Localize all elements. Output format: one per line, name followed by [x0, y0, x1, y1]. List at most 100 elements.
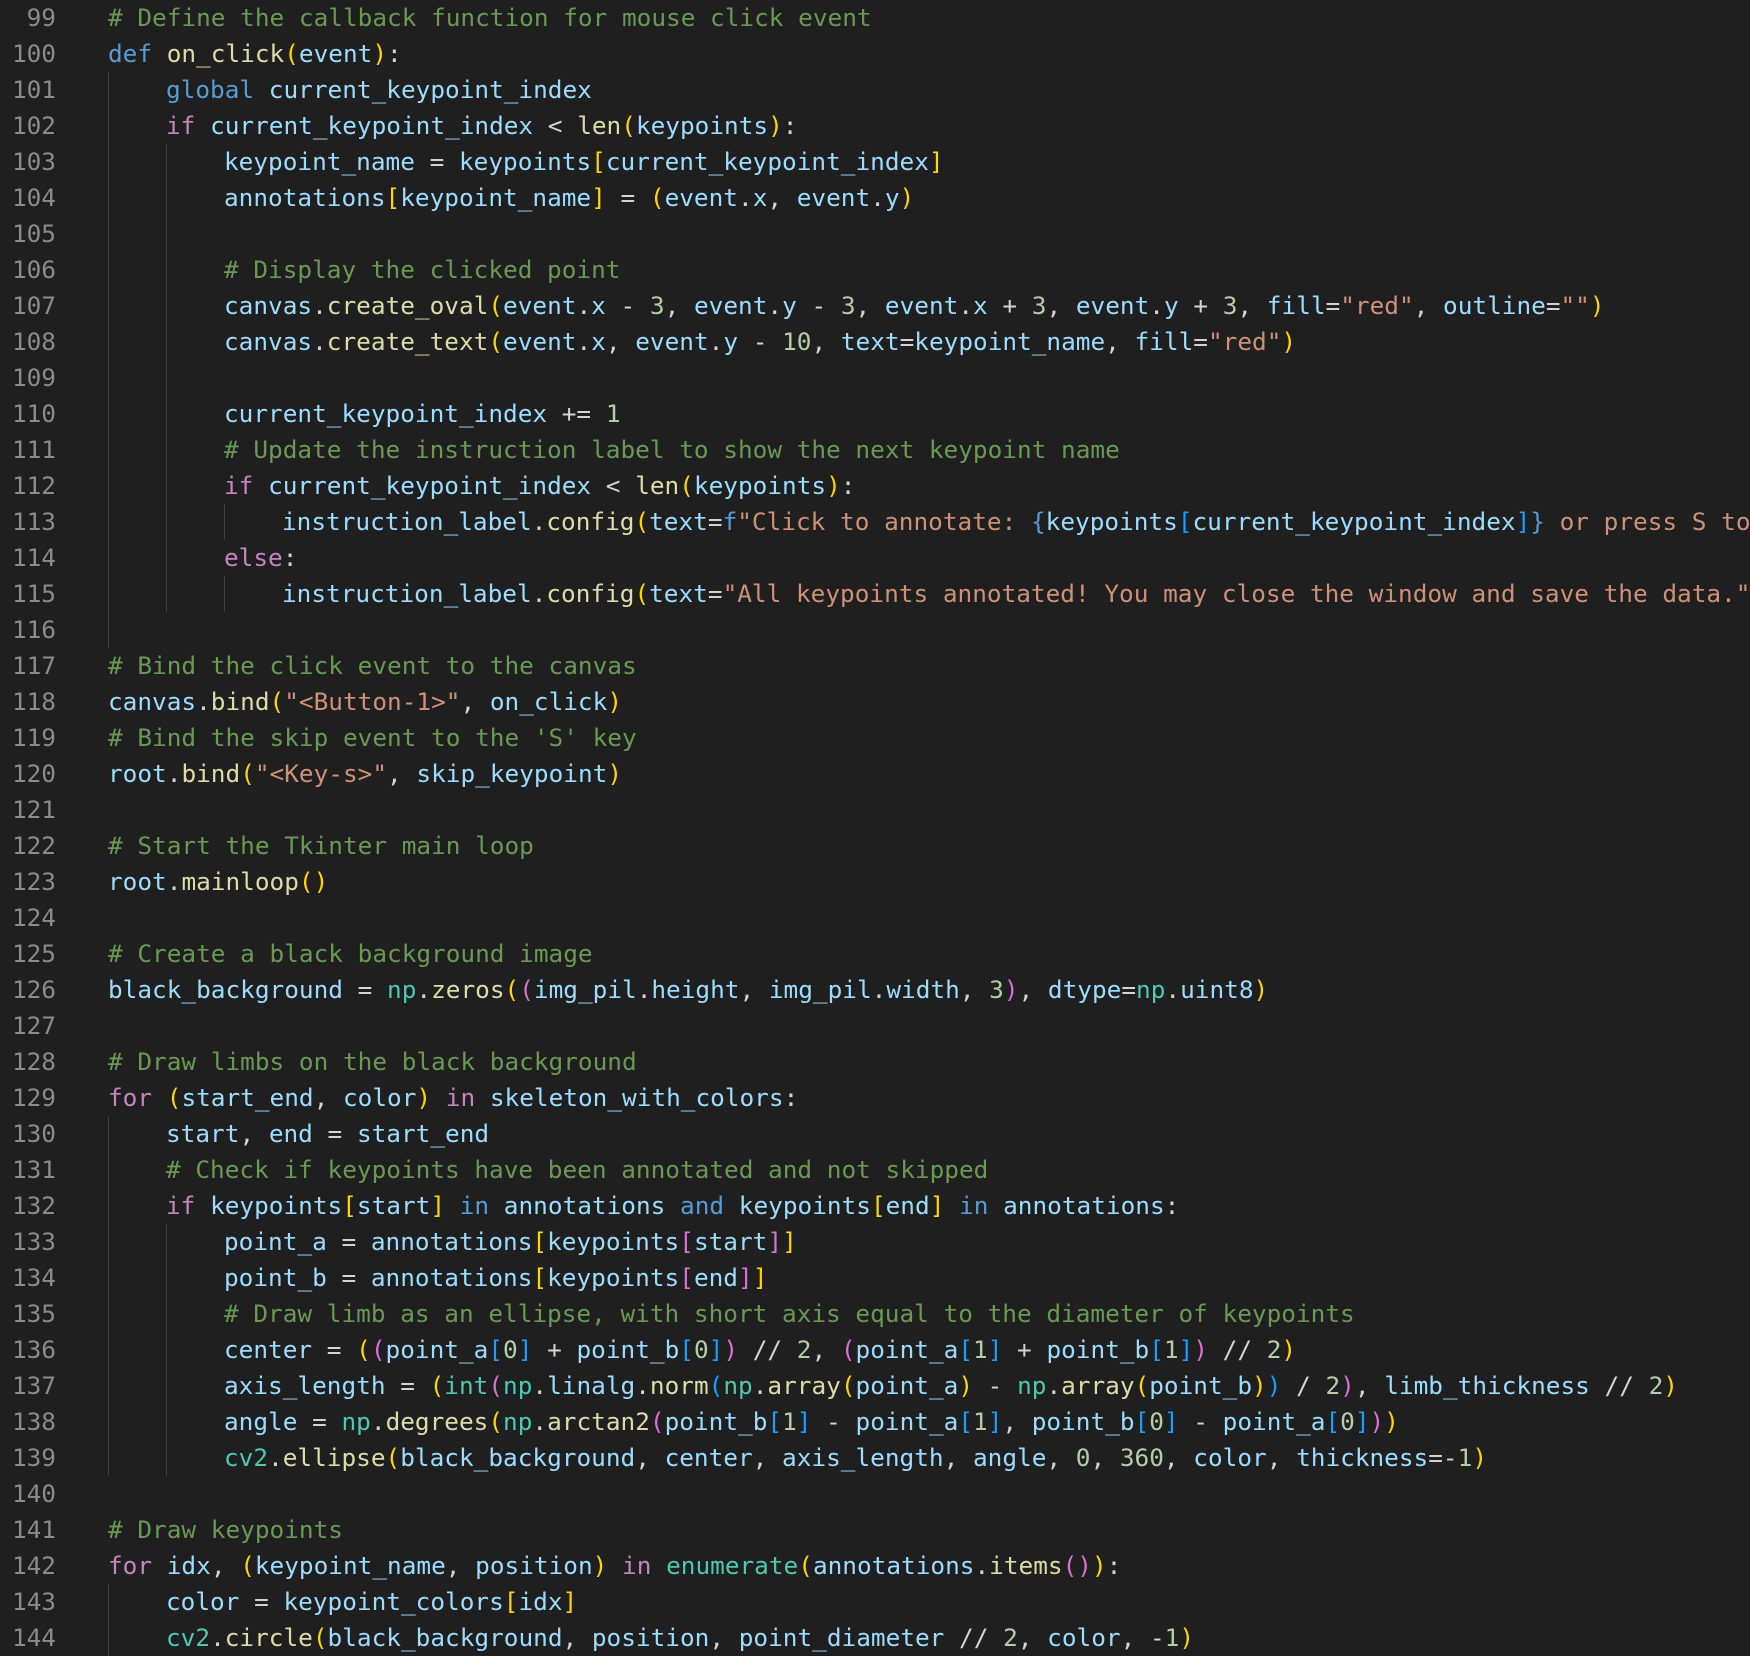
code-line[interactable]: 130 start, end = start_end: [0, 1116, 1750, 1152]
code-token: .: [166, 759, 182, 788]
code-token: ): [416, 1083, 432, 1112]
code-token: axis_length: [224, 1371, 386, 1400]
code-editor[interactable]: 99 # Define the callback function for mou…: [0, 0, 1750, 1656]
code-line[interactable]: 106 # Display the clicked point: [0, 252, 1750, 288]
code-line[interactable]: 143 color = keypoint_colors[idx]: [0, 1584, 1750, 1620]
code-line[interactable]: 116: [0, 612, 1750, 648]
code-line[interactable]: 132 if keypoints[start] in annotations an…: [0, 1188, 1750, 1224]
code-line[interactable]: 128 # Draw limbs on the black background: [0, 1044, 1750, 1080]
code-token: root: [108, 759, 167, 788]
code-line[interactable]: 120 root.bind("<Key-s>", skip_keypoint): [0, 756, 1750, 792]
code-token: event: [1075, 291, 1150, 320]
code-line[interactable]: 104 annotations[keypoint_name] = (event.x…: [0, 180, 1750, 216]
code-text: root.bind("<Key-s>", skip_keypoint): [108, 756, 622, 792]
code-line[interactable]: 113 instruction_label.config(text=f"Click…: [0, 504, 1750, 540]
code-line[interactable]: 129 for (start_end, color) in skeleton_wi…: [0, 1080, 1750, 1116]
code-line[interactable]: 125 # Create a black background image: [0, 936, 1750, 972]
code-token: ): [1179, 1623, 1195, 1652]
indent-guide: [108, 72, 109, 108]
line-number: 115: [11, 579, 56, 608]
indent-guide: [224, 576, 225, 612]
code-line[interactable]: 103 keypoint_name = keypoints[current_key…: [0, 144, 1750, 180]
code-line[interactable]: 109: [0, 360, 1750, 396]
code-line[interactable]: 108 canvas.create_text(event.x, event.y -…: [0, 324, 1750, 360]
code-token: current_keypoint_index: [224, 399, 548, 428]
code-token: ): [1253, 975, 1269, 1004]
code-token: ): [723, 1335, 739, 1364]
line-number: 128: [11, 1047, 56, 1076]
code-line[interactable]: 119 # Bind the skip event to the 'S' key: [0, 720, 1750, 756]
code-line[interactable]: 135 # Draw limb as an ellipse, with short…: [0, 1296, 1750, 1332]
code-token: event: [298, 39, 373, 68]
code-token: ): [1003, 975, 1019, 1004]
code-line[interactable]: 133 point_a = annotations[keypoints[start…: [0, 1224, 1750, 1260]
code-token: =: [342, 975, 388, 1004]
code-text: # Draw keypoints: [108, 1512, 343, 1548]
indent-guide: [108, 396, 109, 432]
code-line[interactable]: 123 root.mainloop(): [0, 864, 1750, 900]
code-token: annotations: [370, 1227, 533, 1256]
code-token: ): [1340, 1371, 1355, 1400]
code-token: (: [166, 1083, 182, 1112]
code-token: ): [1281, 327, 1297, 356]
code-token: (: [488, 1407, 504, 1436]
code-line[interactable]: 127: [0, 1008, 1750, 1044]
code-line[interactable]: 126 black_background = np.zeros((img_pil.…: [0, 972, 1750, 1008]
indent-guide: [108, 468, 109, 504]
code-token: ,: [811, 327, 841, 356]
code-line[interactable]: 134 point_b = annotations[keypoints[end]]: [0, 1260, 1750, 1296]
code-token: =: [899, 327, 915, 356]
code-line[interactable]: 124: [0, 900, 1750, 936]
code-line[interactable]: 115 instruction_label.config(text="All ke…: [0, 576, 1750, 612]
code-line[interactable]: 99 # Define the callback function for mou…: [0, 0, 1750, 36]
code-line[interactable]: 138 angle = np.degrees(np.arctan2(point_b…: [0, 1404, 1750, 1440]
code-token: annotations: [503, 1191, 666, 1220]
code-line[interactable]: 144 cv2.circle(black_background, position…: [0, 1620, 1750, 1656]
code-text: canvas.create_text(event.x, event.y - 10…: [224, 324, 1296, 360]
code-line[interactable]: 101 global current_keypoint_index: [0, 72, 1750, 108]
code-line[interactable]: 139 cv2.ellipse(black_background, center,…: [0, 1440, 1750, 1476]
code-line[interactable]: 137 axis_length = (int(np.linalg.norm(np.…: [0, 1368, 1750, 1404]
code-token: ,: [943, 1443, 973, 1472]
code-token: end: [885, 1191, 930, 1220]
line-number: 139: [11, 1443, 56, 1472]
code-line[interactable]: 121: [0, 792, 1750, 828]
code-token: (: [1134, 1371, 1150, 1400]
code-token: idx: [518, 1587, 563, 1616]
code-text: # Define the callback function for mouse…: [108, 0, 872, 36]
code-token: keypoints: [547, 1227, 680, 1256]
code-line[interactable]: 131 # Check if keypoints have been annota…: [0, 1152, 1750, 1188]
line-number: 132: [11, 1191, 56, 1220]
code-token: cv2: [166, 1623, 211, 1652]
code-line[interactable]: 122 # Start the Tkinter main loop: [0, 828, 1750, 864]
code-token: (: [488, 291, 504, 320]
code-line[interactable]: 102 if current_keypoint_index < len(keypo…: [0, 108, 1750, 144]
code-token: point_b: [1046, 1335, 1150, 1364]
code-token: if: [224, 471, 254, 500]
code-line[interactable]: 136 center = ((point_a[0] + point_b[0]) /…: [0, 1332, 1750, 1368]
code-line[interactable]: 111 # Update the instruction label to sho…: [0, 432, 1750, 468]
indent-guide: [108, 360, 109, 396]
code-token: ,: [1354, 1371, 1385, 1400]
code-token: skip_keypoint: [416, 759, 608, 788]
code-token: x: [973, 291, 988, 320]
code-line[interactable]: 110 current_keypoint_index += 1: [0, 396, 1750, 432]
code-token: ,: [739, 975, 769, 1004]
code-line[interactable]: 118 canvas.bind("<Button-1>", on_click): [0, 684, 1750, 720]
code-line[interactable]: 112 if current_keypoint_index < len(keypo…: [0, 468, 1750, 504]
code-line[interactable]: 141 # Draw keypoints: [0, 1512, 1750, 1548]
code-token: # Define the callback function for mouse…: [108, 3, 872, 32]
code-line[interactable]: 142 for idx, (keypoint_name, position) in…: [0, 1548, 1750, 1584]
code-line[interactable]: 100 def on_click(event):: [0, 36, 1750, 72]
code-token: (: [429, 1371, 445, 1400]
code-line[interactable]: 105: [0, 216, 1750, 252]
line-number: 123: [11, 867, 56, 896]
code-line[interactable]: 140: [0, 1476, 1750, 1512]
code-line[interactable]: 107 canvas.create_oval(event.x - 3, event…: [0, 288, 1750, 324]
code-line[interactable]: 117 # Bind the click event to the canvas: [0, 648, 1750, 684]
code-token: position: [475, 1551, 593, 1580]
code-line[interactable]: 114 else:: [0, 540, 1750, 576]
code-token: -: [738, 327, 783, 356]
code-token: "All keypoints annotated! You may close …: [722, 579, 1750, 608]
